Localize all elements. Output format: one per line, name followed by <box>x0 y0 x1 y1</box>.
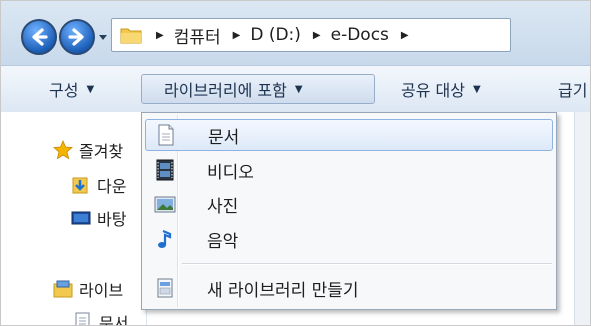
music-library-icon <box>153 227 177 251</box>
navigation-bar: ▶ 컴퓨터 ▶ D (D:) ▶ e-Docs ▶ <box>1 1 590 65</box>
command-bar: 구성 ▼ 라이브러리에 포함 ▼ 공유 대상 ▼ 급기 <box>1 65 590 113</box>
document-library-icon <box>154 123 178 147</box>
pictures-library-icon <box>153 192 177 216</box>
new-folder-label: 급기 <box>558 81 588 100</box>
nav-libraries[interactable]: 라이브 <box>53 277 123 301</box>
caret-down-icon: ▼ <box>86 83 95 95</box>
new-library-icon <box>153 276 177 300</box>
include-in-library-menu: 문서 비디오 사진 음악 새 라이브러리 만들기 <box>141 112 557 310</box>
menu-item-new-library[interactable]: 새 라이브러리 만들기 <box>145 272 553 304</box>
libraries-icon <box>53 280 73 298</box>
vertical-scrollbar[interactable] <box>574 112 590 325</box>
forward-arrow-icon <box>68 28 84 46</box>
navigation-pane: 즐겨찾 다운 바탕 라이브 문서 <box>1 112 147 325</box>
nav-label: 문서 <box>99 314 129 326</box>
document-icon <box>75 312 90 325</box>
breadcrumb-e-docs[interactable]: e-Docs ▶ <box>331 25 419 45</box>
share-with-button[interactable]: 공유 대상 ▼ <box>401 74 481 104</box>
back-arrow-icon <box>32 28 48 46</box>
video-library-icon <box>153 158 177 182</box>
explorer-window: ▶ 컴퓨터 ▶ D (D:) ▶ e-Docs ▶ 구성 ▼ 라이브러리에 포함 ▼ 공유… <box>0 0 591 326</box>
address-bar[interactable]: ▶ 컴퓨터 ▶ D (D:) ▶ e-Docs ▶ <box>111 18 511 52</box>
breadcrumb-root-arrow[interactable]: ▶ <box>152 30 174 41</box>
desktop-icon <box>71 211 91 225</box>
organize-label: 구성 <box>49 81 79 100</box>
nav-desktop[interactable]: 바탕 <box>71 206 126 230</box>
nav-label: 라이브 <box>79 281 124 300</box>
caret-down-icon: ▼ <box>472 83 481 95</box>
folder-icon <box>120 28 142 44</box>
nav-label: 바탕 <box>97 210 127 229</box>
downloads-folder-icon <box>72 177 88 194</box>
menu-separator <box>182 263 552 265</box>
caret-down-icon: ▼ <box>294 83 303 95</box>
organize-button[interactable]: 구성 ▼ <box>49 74 94 104</box>
menu-item-music[interactable]: 음악 <box>145 223 553 255</box>
menu-item-label: 음악 <box>207 231 239 252</box>
menu-item-label: 문서 <box>208 127 240 148</box>
menu-item-label: 비디오 <box>207 162 254 183</box>
menu-item-videos[interactable]: 비디오 <box>145 154 553 186</box>
breadcrumb-label: D (D:) <box>250 25 301 45</box>
new-folder-button[interactable]: 급기 <box>558 74 587 104</box>
recent-pages-dropdown-icon[interactable] <box>98 32 108 42</box>
breadcrumb-computer[interactable]: 컴퓨터 ▶ <box>174 23 251 48</box>
nav-label: 즐겨찾 <box>79 142 124 161</box>
menu-item-label: 사진 <box>207 196 239 217</box>
nav-downloads[interactable]: 다운 <box>71 173 126 197</box>
menu-item-documents[interactable]: 문서 <box>145 119 553 151</box>
nav-documents[interactable]: 문서 <box>73 310 129 326</box>
menu-item-pictures[interactable]: 사진 <box>145 188 553 220</box>
back-button[interactable] <box>21 19 57 55</box>
breadcrumb-drive-d[interactable]: D (D:) ▶ <box>250 25 330 45</box>
include-in-library-button[interactable]: 라이브러리에 포함 ▼ <box>141 74 375 104</box>
menu-item-label: 새 라이브러리 만들기 <box>207 280 359 301</box>
share-with-label: 공유 대상 <box>401 81 465 100</box>
breadcrumb-label: 컴퓨터 <box>173 27 221 48</box>
star-icon <box>53 140 73 160</box>
include-in-library-label: 라이브러리에 포함 <box>164 81 287 100</box>
nav-favorites[interactable]: 즐겨찾 <box>53 138 123 162</box>
forward-button[interactable] <box>59 19 95 55</box>
nav-label: 다운 <box>97 177 127 196</box>
breadcrumb-label: e-Docs <box>330 25 389 45</box>
